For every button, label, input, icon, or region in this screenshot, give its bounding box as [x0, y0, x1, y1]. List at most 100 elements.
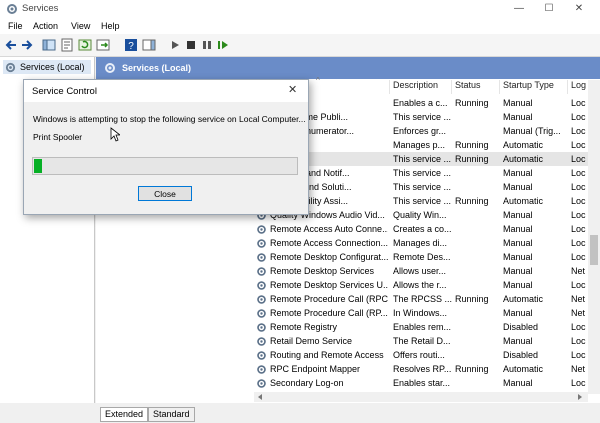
scroll-left-icon[interactable]	[256, 393, 264, 401]
table-row[interactable]: Remote Registry Enables rem... Disabled Loc	[254, 320, 600, 334]
dialog-service-name: Print Spooler	[33, 132, 83, 142]
tab-extended[interactable]: Extended	[100, 407, 149, 422]
service-startup-type: Disabled	[503, 350, 539, 360]
column-separator	[499, 80, 500, 94]
table-row[interactable]: Remote Access Auto Conne... Creates a co.…	[254, 222, 600, 236]
service-name: Remote Desktop Services	[270, 266, 375, 276]
menu-action[interactable]: Action	[33, 21, 58, 31]
menu-file[interactable]: File	[8, 21, 23, 31]
pane-title: Services (Local)	[122, 63, 192, 73]
maximize-button[interactable]: ☐	[538, 2, 560, 16]
show-hide-console-tree-icon[interactable]	[42, 38, 56, 52]
service-description: Enables rem...	[393, 322, 452, 332]
minimize-button[interactable]: —	[508, 2, 530, 16]
menu-help[interactable]: Help	[101, 21, 120, 31]
table-row[interactable]: Remote Desktop Services Allows user... Man…	[254, 264, 600, 278]
export-list-icon[interactable]	[96, 38, 110, 52]
scrollbar-thumb[interactable]	[590, 235, 598, 265]
column-header-log-on-as[interactable]: Log	[571, 80, 586, 94]
table-row[interactable]: Remote Procedure Call (RP... In Windows..…	[254, 306, 600, 320]
service-log-on-as: Loc	[571, 154, 586, 164]
restart-service-icon[interactable]	[216, 38, 230, 52]
dialog-body: Windows is attempting to stop the follow…	[24, 102, 308, 214]
title-bar: Services — ☐ ✕	[0, 0, 600, 18]
table-row[interactable]: Secondary Log-on Enables star... Manual Loc	[254, 376, 600, 390]
service-log-on-as: Loc	[571, 210, 586, 220]
service-description: Enables a c...	[393, 98, 448, 108]
action-pane-icon[interactable]	[142, 38, 156, 52]
service-log-on-as: Loc	[571, 322, 586, 332]
table-row[interactable]: Remote Desktop Configurat... Remote Des..…	[254, 250, 600, 264]
service-log-on-as: Net	[571, 364, 586, 374]
vertical-scrollbar[interactable]	[588, 80, 600, 394]
pause-service-icon[interactable]	[200, 38, 214, 52]
service-log-on-as: Loc	[571, 98, 586, 108]
service-status: Running	[455, 98, 489, 108]
tab-standard[interactable]: Standard	[148, 407, 195, 422]
column-header-description[interactable]: Description	[393, 80, 438, 94]
properties-icon[interactable]	[60, 38, 74, 52]
service-description: Allows user...	[393, 266, 447, 276]
service-gear-icon	[257, 239, 266, 248]
dialog-close-button[interactable]: Close	[138, 186, 192, 201]
menu-bar: File Action View Help	[0, 18, 600, 34]
service-name: Remote Procedure Call (RP...	[270, 308, 388, 318]
toolbar: ?	[0, 34, 600, 57]
service-name: Secondary Log-on	[270, 378, 344, 388]
service-startup-type: Manual (Trig...	[503, 126, 561, 136]
tree-item-services-local[interactable]: Services (Local)	[3, 60, 91, 74]
table-row[interactable]: Routing and Remote Access Offers routi...…	[254, 348, 600, 362]
service-name: Retail Demo Service	[270, 336, 353, 346]
service-gear-icon	[257, 379, 266, 388]
service-startup-type: Manual	[503, 210, 533, 220]
horizontal-scrollbar[interactable]	[254, 392, 588, 402]
service-description: Enforces gr...	[393, 126, 447, 136]
column-header-status[interactable]: Status	[455, 80, 481, 94]
back-arrow-icon[interactable]	[4, 38, 18, 52]
dialog-close-icon[interactable]: ✕	[288, 83, 297, 96]
services-pane-header: Services (Local)	[96, 57, 600, 79]
table-row[interactable]: Retail Demo Service The Retail D... Manual…	[254, 334, 600, 348]
service-gear-icon	[257, 253, 266, 262]
service-log-on-as: Loc	[571, 252, 586, 262]
close-button[interactable]: ✕	[568, 2, 590, 16]
service-description: In Windows...	[393, 308, 448, 318]
table-row[interactable]: Remote Procedure Call (RPC) The RPCSS ...…	[254, 292, 600, 306]
forward-arrow-icon[interactable]	[20, 38, 34, 52]
stop-progress-bar	[32, 157, 298, 175]
help-icon[interactable]: ?	[124, 38, 138, 52]
service-status: Running	[455, 294, 489, 304]
service-startup-type: Disabled	[503, 322, 539, 332]
service-startup-type: Automatic	[503, 364, 544, 374]
service-name: Remote Desktop Configurat...	[270, 252, 388, 262]
service-log-on-as: Loc	[571, 140, 586, 150]
menu-view[interactable]: View	[71, 21, 90, 31]
service-gear-icon	[257, 225, 266, 234]
service-name: Routing and Remote Access	[270, 350, 384, 360]
service-startup-type: Manual	[503, 308, 533, 318]
service-log-on-as: Loc	[571, 112, 586, 122]
service-startup-type: Manual	[503, 336, 533, 346]
table-row[interactable]: RPC Endpoint Mapper Resolves RP... Running…	[254, 362, 600, 376]
column-separator	[567, 80, 568, 94]
service-log-on-as: Loc	[571, 168, 586, 178]
service-description: Enables star...	[393, 378, 451, 388]
service-description: Creates a co...	[393, 224, 452, 234]
view-tabs: Extended Standard	[96, 405, 600, 423]
service-description: This service ...	[393, 182, 452, 192]
refresh-icon[interactable]	[78, 38, 92, 52]
scroll-right-icon[interactable]	[576, 393, 584, 401]
service-log-on-as: Loc	[571, 126, 586, 136]
service-description: This service ...	[393, 196, 452, 206]
service-log-on-as: Loc	[571, 280, 586, 290]
service-name: RPC Endpoint Mapper	[270, 364, 361, 374]
service-startup-type: Manual	[503, 280, 533, 290]
service-gear-icon	[257, 309, 266, 318]
table-row[interactable]: Remote Desktop Services U... Allows the r…	[254, 278, 600, 292]
column-header-startup-type[interactable]: Startup Type	[503, 80, 554, 94]
tree-item-label: Services (Local)	[20, 62, 85, 72]
table-row[interactable]: Remote Access Connection... Manages di...…	[254, 236, 600, 250]
stop-service-icon[interactable]	[184, 38, 198, 52]
service-gear-icon	[257, 351, 266, 360]
start-service-icon[interactable]	[168, 38, 182, 52]
